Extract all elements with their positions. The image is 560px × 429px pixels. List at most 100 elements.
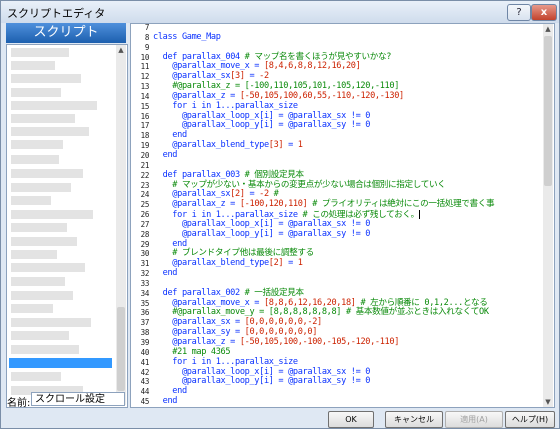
name-input[interactable]: スクロール設定 (31, 392, 125, 406)
list-item[interactable] (11, 223, 67, 232)
line-number: 24 (140, 190, 150, 200)
code-token: = (283, 140, 298, 151)
line-number: 32 (140, 269, 150, 279)
line-number: 46 (133, 407, 150, 408)
code-token: @parallax_loop_y[i] = @parallax_sy != 0 (153, 228, 371, 239)
line-number: 9 (144, 42, 150, 52)
line-number: 41 (140, 357, 150, 367)
list-item[interactable] (11, 331, 69, 340)
code-token: = (244, 71, 260, 82)
code-token: end (153, 149, 178, 160)
list-item[interactable] (11, 114, 75, 123)
cancel-button[interactable]: キャンセル (385, 411, 443, 428)
script-editor-window: スクリプトエディタ ? x スクリプト ▲ 名前: スクロール設定 7 8 cl… (0, 0, 560, 429)
code-line[interactable]: 31 @parallax_blend_type[2] = 1 (133, 258, 533, 269)
editor-scrollbar[interactable]: ▲ ▼ (543, 24, 553, 407)
code-line[interactable]: 17 @parallax_loop_y[i] = @parallax_sy !=… (133, 121, 533, 131)
line-number: 10 (140, 52, 150, 62)
list-item-selected[interactable] (9, 358, 112, 368)
line-number: 19 (140, 141, 150, 151)
list-item[interactable] (11, 250, 57, 259)
list-item[interactable] (11, 291, 73, 300)
list-item[interactable] (11, 345, 79, 354)
list-item[interactable] (11, 61, 55, 70)
list-item[interactable] (11, 263, 85, 272)
code-token: @parallax_sy = (153, 327, 245, 338)
code-token: # (273, 189, 279, 200)
code-line[interactable]: 20 end (133, 149, 533, 161)
code-token: # 個別設定見本 (244, 169, 304, 180)
code-token: @parallax_z = (153, 90, 240, 101)
code-token: # 一括設定見本 (244, 287, 304, 298)
code-token: # マップ名を書くほうが見やすいかな? (244, 51, 392, 62)
list-item[interactable] (11, 318, 91, 327)
line-text: end (153, 149, 178, 161)
editor-scroll-up-icon[interactable]: ▲ (543, 24, 553, 34)
code-token: @parallax_loop_y[i] = @parallax_sy != 0 (153, 376, 371, 387)
code-line[interactable]: 25 @parallax_z = [-100,120,110] # プライオリテ… (133, 199, 533, 210)
name-row: 名前: スクロール設定 (5, 392, 127, 409)
list-item[interactable] (11, 196, 51, 205)
code-area[interactable]: 7 8 class Game_Map 9 10 def parallax_004 # マ… (133, 24, 533, 408)
code-token: def (153, 51, 182, 62)
help-title-button[interactable]: ? (507, 4, 531, 21)
code-line[interactable]: 32 end (133, 268, 533, 279)
code-token: [-100,120,110] (239, 199, 313, 210)
editor-scrollbar-thumb[interactable] (544, 36, 552, 186)
close-button[interactable]: x (531, 4, 557, 21)
code-token: #21 map 4365 (153, 346, 231, 357)
code-line[interactable]: 46 (133, 407, 533, 408)
list-item[interactable] (11, 140, 63, 149)
list-item[interactable] (11, 127, 89, 136)
list-scrollbar-thumb[interactable] (117, 307, 125, 391)
code-token: = (244, 189, 260, 200)
line-number: 12 (140, 72, 150, 82)
title-bar[interactable]: スクリプトエディタ ? x (1, 1, 559, 23)
line-number: 39 (140, 338, 150, 347)
line-number: 15 (140, 101, 150, 111)
list-item[interactable] (11, 277, 65, 286)
apply-button[interactable]: 適用(A) (445, 411, 503, 428)
code-line[interactable]: 8 class Game_Map (133, 32, 533, 43)
line-number: 43 (140, 377, 150, 387)
code-token: @parallax_blend_type (153, 140, 269, 151)
line-text: @parallax_z = [-100,120,110] # プライオリティは絶… (153, 199, 494, 210)
list-item[interactable] (11, 101, 97, 110)
list-item[interactable] (11, 183, 71, 192)
help-button[interactable]: ヘルプ(H) (505, 411, 555, 428)
code-line[interactable]: 28 @parallax_loop_y[i] = @parallax_sy !=… (133, 228, 533, 240)
code-line[interactable]: 44 end (133, 386, 533, 397)
list-item[interactable] (11, 169, 83, 178)
list-item[interactable] (11, 372, 61, 381)
code-token: -2 (259, 71, 269, 82)
line-number: 27 (140, 219, 150, 229)
line-number: 35 (140, 298, 150, 308)
line-number: 18 (140, 131, 150, 141)
code-line[interactable]: 19 @parallax_blend_type[3] = 1 (133, 140, 533, 151)
code-line[interactable]: 45 end (133, 396, 533, 407)
list-item[interactable] (11, 74, 81, 83)
code-editor[interactable]: 7 8 class Game_Map 9 10 def parallax_004 # マ… (130, 23, 555, 408)
list-item[interactable] (11, 155, 59, 164)
script-list[interactable]: ▲ ▼ (6, 44, 128, 408)
line-number: 21 (140, 160, 150, 170)
list-scrollbar[interactable]: ▲ ▼ (116, 45, 126, 405)
list-item[interactable] (11, 210, 93, 219)
code-token: [2] (230, 189, 245, 200)
code-line[interactable]: 43 @parallax_loop_y[i] = @parallax_sy !=… (133, 376, 533, 387)
code-token: 1 (297, 258, 303, 269)
list-item[interactable] (11, 88, 61, 97)
list-item[interactable] (11, 48, 69, 57)
code-token: 1 (297, 140, 303, 151)
editor-scroll-down-icon[interactable]: ▼ (543, 397, 553, 407)
ok-button[interactable]: OK (328, 411, 374, 428)
list-item[interactable] (11, 304, 53, 313)
scroll-up-icon[interactable]: ▲ (116, 45, 126, 55)
code-token: [2] (268, 258, 284, 269)
code-token: #@parallax_z = [-100,110,105,101,-105,12… (153, 81, 400, 92)
list-item[interactable] (11, 237, 77, 246)
text-caret (418, 210, 420, 220)
name-label: 名前: (7, 398, 31, 409)
code-token: [-50,105,100,-100,-105,-120,-110] (239, 337, 400, 347)
line-number: 45 (140, 397, 150, 407)
